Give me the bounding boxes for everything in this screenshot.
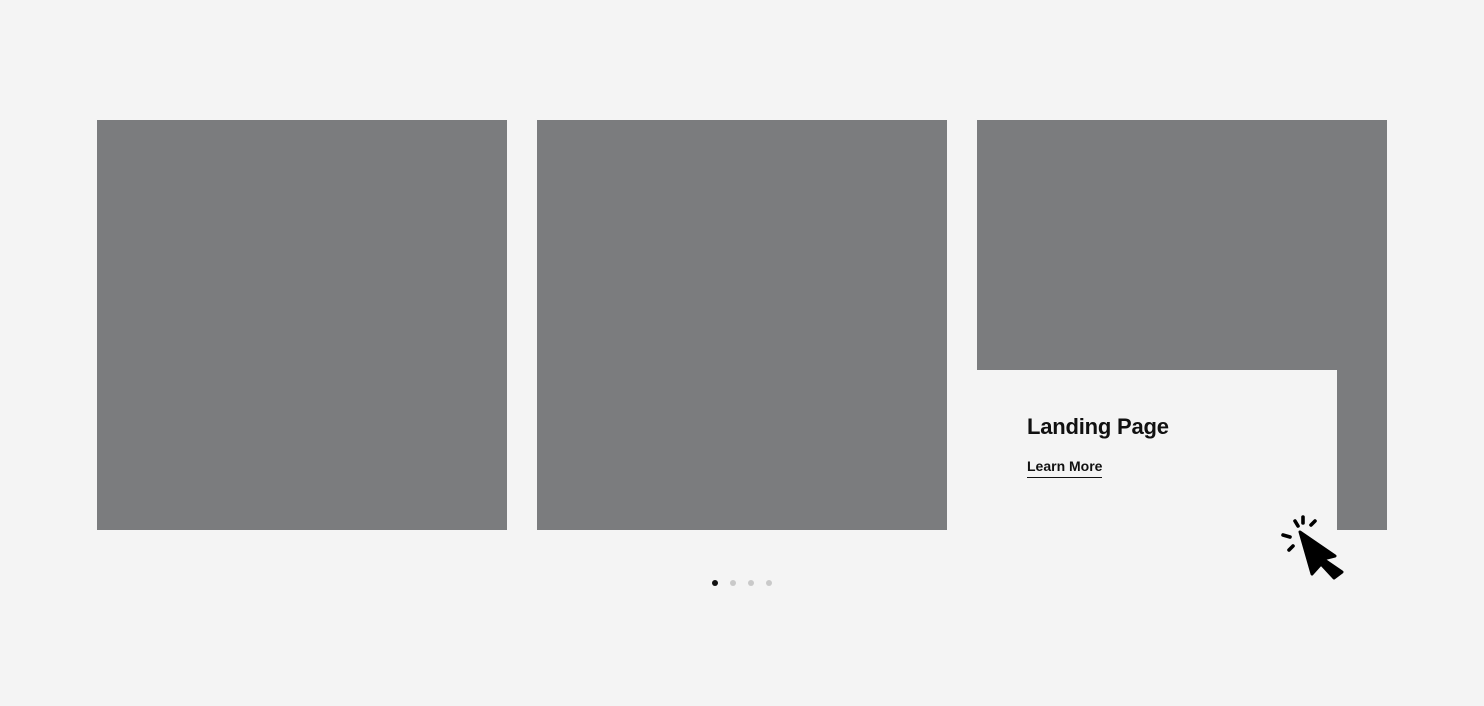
carousel-slide-3[interactable]: Landing Page Learn More bbox=[977, 120, 1387, 530]
click-cursor-icon bbox=[1281, 515, 1344, 580]
carousel-slide-2[interactable] bbox=[537, 120, 947, 530]
slide-caption: Landing Page Learn More bbox=[977, 370, 1337, 530]
carousel: Landing Page Learn More bbox=[0, 0, 1484, 706]
slide-title: Landing Page bbox=[1027, 414, 1169, 439]
pagination-dot-3[interactable] bbox=[748, 580, 754, 586]
pagination-dot-4[interactable] bbox=[766, 580, 772, 586]
carousel-pagination bbox=[712, 580, 772, 586]
learn-more-link[interactable]: Learn More bbox=[1027, 458, 1103, 478]
pagination-dot-2[interactable] bbox=[730, 580, 736, 586]
carousel-slide-1[interactable] bbox=[97, 120, 507, 530]
pagination-dot-1[interactable] bbox=[712, 580, 718, 586]
